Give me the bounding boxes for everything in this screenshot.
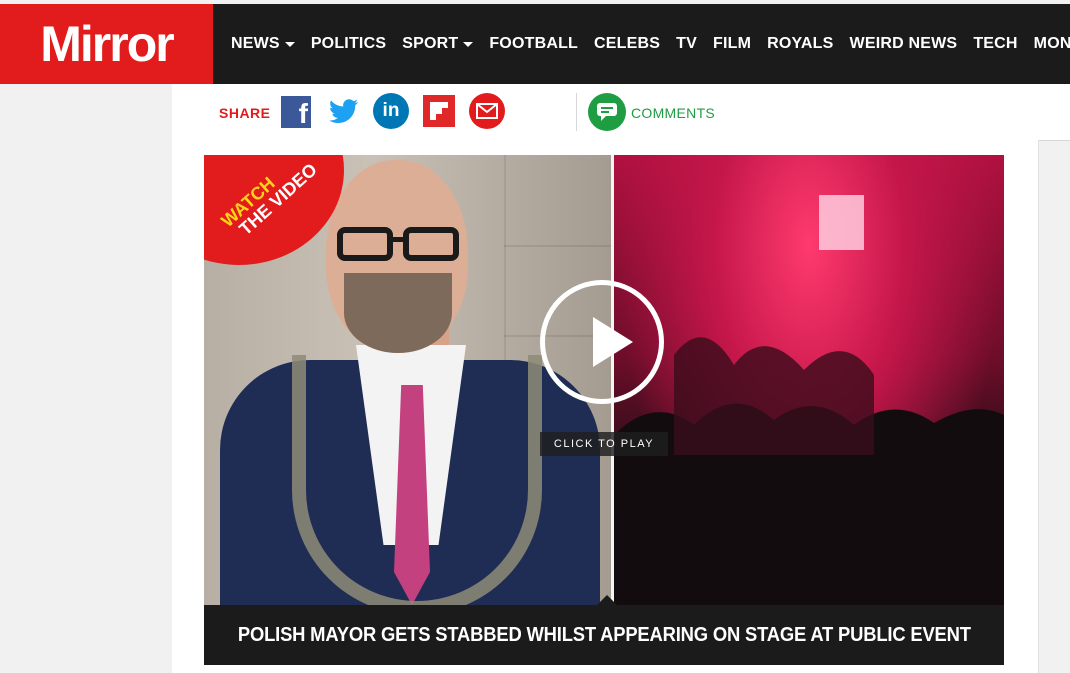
video-player[interactable]: WATCH THE VIDEO CLICK TO PLAY POLISH MAY… xyxy=(204,155,1004,665)
comments-link[interactable]: COMMENTS xyxy=(631,105,715,121)
nav-item-money[interactable]: MONEY xyxy=(1034,35,1070,53)
nav-label: TECH xyxy=(973,35,1018,52)
nav-item-news[interactable]: NEWS xyxy=(231,35,295,53)
nav-label: POLITICS xyxy=(310,35,387,52)
facebook-icon[interactable]: f xyxy=(281,96,311,128)
share-bar: SHARE f in COMMENTS xyxy=(172,84,1070,141)
nav-item-weird-news[interactable]: WEIRD NEWS xyxy=(850,35,958,53)
nav-item-royals[interactable]: ROYALS xyxy=(767,35,833,53)
logo-text: Mirror xyxy=(40,16,174,72)
main-nav: NEWS POLITICS SPORT FOOTBALL CELEBS TV F… xyxy=(231,4,1070,84)
watch-the-video-badge: WATCH THE VIDEO xyxy=(204,155,344,275)
twitter-icon[interactable] xyxy=(327,94,361,128)
video-caption: POLISH MAYOR GETS STABBED WHILST APPEARI… xyxy=(237,623,971,646)
glasses-shape xyxy=(337,227,459,261)
mayoral-chain xyxy=(292,355,542,605)
caption-notch xyxy=(597,595,617,605)
nav-item-celebs[interactable]: CELEBS xyxy=(594,35,660,53)
nav-label: MONEY xyxy=(1033,35,1070,52)
play-button[interactable] xyxy=(540,280,664,404)
nav-label: WEIRD NEWS xyxy=(849,35,958,52)
click-to-play-label[interactable]: CLICK TO PLAY xyxy=(540,432,668,456)
play-icon xyxy=(593,317,633,367)
wall-texture xyxy=(504,245,611,247)
nav-item-film[interactable]: FILM xyxy=(713,35,751,53)
mirror-logo[interactable]: Mirror xyxy=(0,4,213,84)
share-divider xyxy=(576,93,577,131)
email-icon[interactable] xyxy=(469,93,505,129)
flipboard-icon[interactable] xyxy=(423,95,455,127)
chevron-down-icon xyxy=(463,41,474,47)
nav-label: ROYALS xyxy=(767,35,834,52)
beard-shape xyxy=(344,273,452,353)
nav-item-football[interactable]: FOOTBALL xyxy=(489,35,578,53)
nav-label: CELEBS xyxy=(594,35,661,52)
share-label: SHARE xyxy=(219,105,271,121)
nav-label: TV xyxy=(676,35,697,52)
comments-icon[interactable] xyxy=(588,93,626,131)
crowd-silhouette xyxy=(614,195,1004,605)
nav-label: SPORT xyxy=(402,35,459,52)
nav-item-tech[interactable]: TECH xyxy=(973,35,1017,53)
video-caption-bar: POLISH MAYOR GETS STABBED WHILST APPEARI… xyxy=(204,605,1004,665)
nav-item-tv[interactable]: TV xyxy=(676,35,697,53)
nav-label: NEWS xyxy=(231,35,280,52)
chevron-down-icon xyxy=(284,41,295,47)
nav-item-politics[interactable]: POLITICS xyxy=(311,35,386,53)
nav-label: FILM xyxy=(713,35,752,52)
nav-item-sport[interactable]: SPORT xyxy=(402,35,474,53)
concert-photo xyxy=(614,155,1004,605)
linkedin-icon[interactable]: in xyxy=(373,93,409,129)
nav-label: FOOTBALL xyxy=(489,35,579,52)
